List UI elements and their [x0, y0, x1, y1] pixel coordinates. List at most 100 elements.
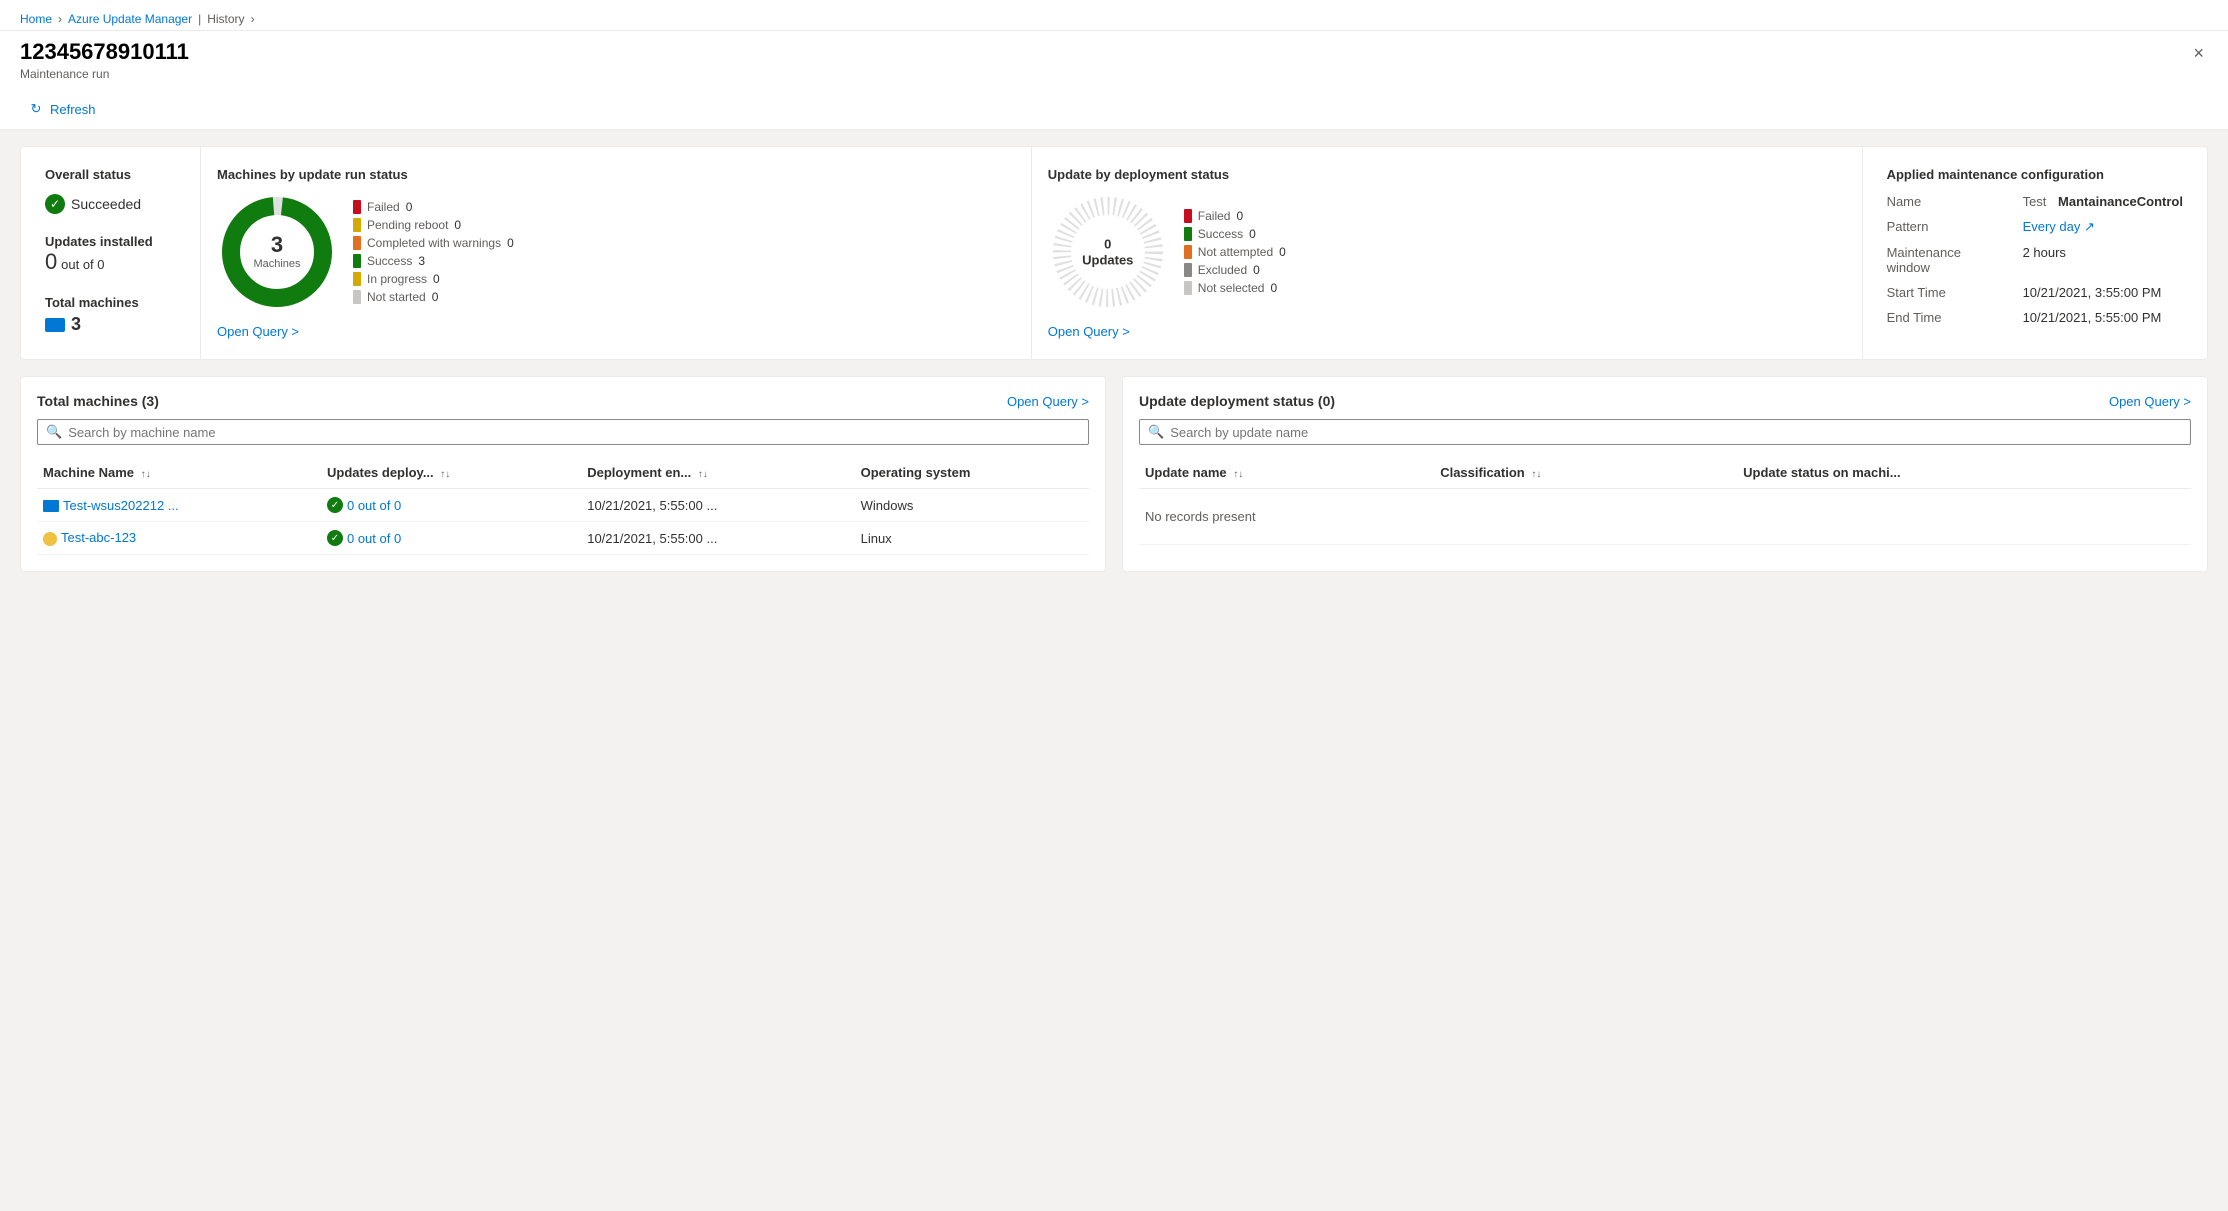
- deployment-open-query[interactable]: Open Query >: [1048, 324, 1130, 339]
- machine-name-cell: Test-abc-123: [37, 522, 321, 555]
- machine-name-cell: Test-wsus202212 ...: [37, 489, 321, 522]
- config-grid: Name Test MantainanceControl Pattern Eve…: [1887, 194, 2183, 325]
- pattern-value[interactable]: Every day ↗: [2023, 219, 2183, 235]
- page-title: 12345678910111: [20, 39, 189, 65]
- status-badge: ✓ Succeeded: [45, 194, 176, 214]
- name-value: Test MantainanceControl: [2023, 194, 2183, 209]
- status-text: Succeeded: [71, 196, 141, 212]
- legend-label: In progress: [367, 272, 427, 286]
- updates-badge: ✓ 0 out of 0: [327, 530, 575, 546]
- deployment-chart-area: 0 Updates Failed 0 Success 0 Not attempt…: [1048, 192, 1846, 312]
- maintenance-title: Applied maintenance configuration: [1887, 167, 2183, 182]
- machine-search-box[interactable]: 🔍: [37, 419, 1089, 445]
- update-search-input[interactable]: [1170, 425, 2182, 440]
- legend-item: Pending reboot 0: [353, 218, 514, 232]
- legend-value: 0: [1270, 281, 1277, 295]
- legend-value: 0: [454, 218, 461, 232]
- windows-icon: [43, 500, 59, 512]
- updates-badge: ✓ 0 out of 0: [327, 497, 575, 513]
- legend-label: Completed with warnings: [367, 236, 501, 250]
- legend-item: Failed 0: [1184, 209, 1286, 223]
- linux-icon: [43, 532, 57, 546]
- refresh-button[interactable]: ↻ Refresh: [20, 97, 104, 121]
- updates-table: Update name ↑↓ Classification ↑↓ Update …: [1139, 457, 2191, 545]
- machines-table: Machine Name ↑↓ Updates deploy... ↑↓ Dep…: [37, 457, 1089, 555]
- deployment-donut: 0 Updates: [1048, 192, 1168, 312]
- refresh-label: Refresh: [50, 102, 96, 117]
- legend-value: 0: [507, 236, 514, 250]
- legend-item: Completed with warnings 0: [353, 236, 514, 250]
- updates-link[interactable]: 0 out of 0: [347, 498, 401, 513]
- machines-table-card: Total machines (3) Open Query > 🔍 Machin…: [20, 376, 1106, 572]
- legend-item: Success 0: [1184, 227, 1286, 241]
- close-button[interactable]: ×: [2189, 39, 2208, 68]
- col-classification[interactable]: Classification ↑↓: [1434, 457, 1737, 489]
- col-os[interactable]: Operating system: [855, 457, 1089, 489]
- machines-table-title: Total machines (3): [37, 393, 159, 409]
- legend-value: 0: [1279, 245, 1286, 259]
- updates-table-header: Update deployment status (0) Open Query …: [1139, 393, 2191, 409]
- tables-row: Total machines (3) Open Query > 🔍 Machin…: [20, 376, 2208, 572]
- status-row: Overall status ✓ Succeeded Updates insta…: [20, 146, 2208, 360]
- legend-label: Success: [1198, 227, 1243, 241]
- legend-dot: [1184, 263, 1192, 277]
- update-search-box[interactable]: 🔍: [1139, 419, 2191, 445]
- legend-dot: [353, 272, 361, 286]
- machine-link[interactable]: Test-abc-123: [61, 530, 136, 545]
- name-label: Name: [1887, 194, 2007, 209]
- updates-table-card: Update deployment status (0) Open Query …: [1122, 376, 2208, 572]
- legend-label: Pending reboot: [367, 218, 448, 232]
- col-updates-deploy[interactable]: Updates deploy... ↑↓: [321, 457, 581, 489]
- legend-label: Failed: [1198, 209, 1231, 223]
- window-label: Maintenance window: [1887, 245, 2007, 275]
- legend-label: Failed: [367, 200, 400, 214]
- updates-table-open-query[interactable]: Open Query >: [2109, 394, 2191, 409]
- machines-chart-title: Machines by update run status: [217, 167, 1015, 182]
- machine-icon: [45, 318, 65, 332]
- deployment-end-cell: 10/21/2021, 5:55:00 ...: [581, 522, 854, 555]
- end-label: End Time: [1887, 310, 2007, 325]
- legend-item: Excluded 0: [1184, 263, 1286, 277]
- legend-dot: [353, 200, 361, 214]
- success-dot: ✓: [327, 497, 343, 513]
- overall-status-card: Overall status ✓ Succeeded Updates insta…: [21, 147, 201, 359]
- legend-dot: [353, 290, 361, 304]
- machine-search-input[interactable]: [68, 425, 1080, 440]
- legend-value: 0: [1253, 263, 1260, 277]
- col-update-name[interactable]: Update name ↑↓: [1139, 457, 1434, 489]
- updates-link[interactable]: 0 out of 0: [347, 531, 401, 546]
- main-content: Overall status ✓ Succeeded Updates insta…: [0, 130, 2228, 588]
- os-cell: Windows: [855, 489, 1089, 522]
- legend-item: In progress 0: [353, 272, 514, 286]
- machine-link[interactable]: Test-wsus202212 ...: [63, 498, 179, 513]
- breadcrumb-azure[interactable]: Azure Update Manager: [68, 12, 192, 26]
- col-deployment-end[interactable]: Deployment en... ↑↓: [581, 457, 854, 489]
- legend-label: Not attempted: [1198, 245, 1273, 259]
- machines-open-query[interactable]: Open Query >: [217, 324, 299, 339]
- legend-label: Success: [367, 254, 412, 268]
- col-update-status[interactable]: Update status on machi...: [1737, 457, 2191, 489]
- title-bar: 12345678910111 Maintenance run ×: [0, 31, 2228, 89]
- start-label: Start Time: [1887, 285, 2007, 300]
- legend-dot: [1184, 209, 1192, 223]
- pattern-label: Pattern: [1887, 219, 2007, 235]
- col-machine-name[interactable]: Machine Name ↑↓: [37, 457, 321, 489]
- updates-deploy-cell: ✓ 0 out of 0: [321, 489, 581, 522]
- breadcrumb-home[interactable]: Home: [20, 12, 52, 26]
- legend-item: Not started 0: [353, 290, 514, 304]
- legend-item: Failed 0: [353, 200, 514, 214]
- legend-value: 0: [433, 272, 440, 286]
- total-machines-value: 3: [71, 314, 81, 335]
- table-row: Test-wsus202212 ... ✓ 0 out of 0 10/21/2…: [37, 489, 1089, 522]
- legend-label: Not selected: [1198, 281, 1265, 295]
- deployment-chart-title: Update by deployment status: [1048, 167, 1846, 182]
- refresh-icon: ↻: [28, 101, 44, 117]
- legend-item: Not attempted 0: [1184, 245, 1286, 259]
- no-records-text: No records present: [1139, 489, 2191, 545]
- legend-dot: [1184, 245, 1192, 259]
- machines-table-open-query[interactable]: Open Query >: [1007, 394, 1089, 409]
- updates-installed-value: 0 out of 0: [45, 249, 176, 275]
- legend-dot: [1184, 227, 1192, 241]
- donut-num: 3: [253, 232, 300, 258]
- updates-table-title: Update deployment status (0): [1139, 393, 1335, 409]
